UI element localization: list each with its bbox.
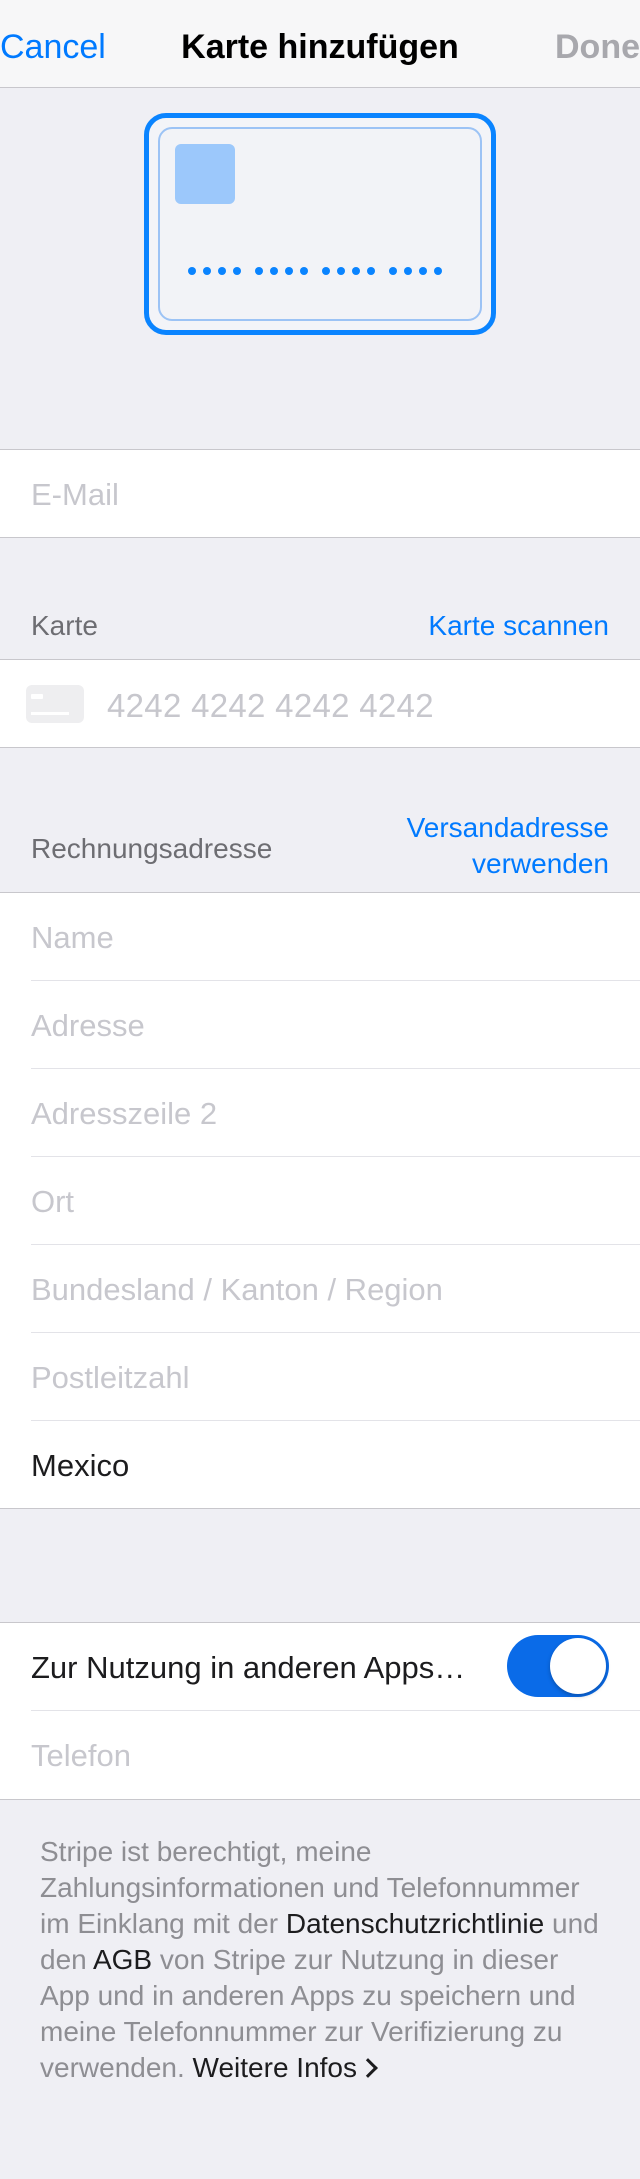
- postal-code-row[interactable]: Postleitzahl: [0, 1333, 640, 1421]
- page-title: Karte hinzufügen: [181, 28, 459, 66]
- address-line-2-row[interactable]: Adresszeile 2: [0, 1069, 640, 1157]
- navigation-bar: Cancel Karte hinzufügen Done: [0, 0, 640, 88]
- card-number-group: 4242 4242 4242 4242: [0, 659, 640, 748]
- done-button[interactable]: Done: [555, 30, 640, 64]
- use-shipping-line-2: verwenden: [472, 847, 609, 879]
- card-section-header: Karte: [31, 610, 98, 641]
- city-row[interactable]: Ort: [0, 1157, 640, 1245]
- address-row[interactable]: Adresse: [0, 981, 640, 1069]
- scan-card-button[interactable]: Karte scannen: [428, 608, 609, 644]
- chevron-right-icon: [358, 2058, 378, 2078]
- phone-field[interactable]: Telefon: [31, 1737, 131, 1774]
- address-line-2-field[interactable]: Adresszeile 2: [31, 1095, 217, 1132]
- use-in-other-apps-label: Zur Nutzung in anderen Apps…: [31, 1650, 466, 1685]
- privacy-policy-link[interactable]: Datenschutzrichtlinie: [286, 1908, 544, 1939]
- use-shipping-line-1: Versandadresse: [406, 812, 609, 843]
- name-field[interactable]: Name: [31, 919, 114, 956]
- toggle-knob: [550, 1638, 606, 1694]
- card-number-row[interactable]: 4242 4242 4242 4242: [0, 660, 640, 748]
- card-number-dots: [188, 267, 442, 275]
- postal-code-field[interactable]: Postleitzahl: [31, 1359, 190, 1396]
- email-row[interactable]: E-Mail: [0, 450, 640, 538]
- state-row[interactable]: Bundesland / Kanton / Region: [0, 1245, 640, 1333]
- email-field[interactable]: E-Mail: [31, 476, 119, 513]
- address-field[interactable]: Adresse: [31, 1007, 145, 1044]
- phone-row[interactable]: Telefon: [0, 1711, 640, 1799]
- state-field[interactable]: Bundesland / Kanton / Region: [31, 1271, 443, 1308]
- use-in-other-apps-row: Zur Nutzung in anderen Apps…: [0, 1623, 640, 1711]
- email-group: E-Mail: [0, 449, 640, 538]
- use-shipping-address-button[interactable]: Versandadresse verwenden: [407, 810, 609, 882]
- billing-address-group: Name Adresse Adresszeile 2 Ort Bundeslan…: [0, 892, 640, 1509]
- country-field[interactable]: Mexico: [31, 1447, 129, 1484]
- country-row[interactable]: Mexico: [0, 1421, 640, 1509]
- legal-footer-text: Stripe ist berechtigt, meine Zahlungsinf…: [40, 1834, 600, 2086]
- card-number-field[interactable]: 4242 4242 4242 4242: [107, 686, 434, 726]
- link-group: Zur Nutzung in anderen Apps… Telefon: [0, 1622, 640, 1800]
- card-inner-outline: [158, 127, 482, 321]
- card-chip-icon: [175, 144, 235, 204]
- terms-link[interactable]: AGB: [93, 1944, 152, 1975]
- billing-section-header: Rechnungsadresse: [31, 833, 273, 864]
- card-illustration: [144, 113, 496, 335]
- use-in-other-apps-toggle[interactable]: [507, 1635, 609, 1697]
- city-field[interactable]: Ort: [31, 1183, 74, 1220]
- credit-card-icon: [26, 685, 84, 723]
- more-info-label: Weitere Infos: [192, 2052, 357, 2083]
- more-info-link[interactable]: Weitere Infos: [192, 2052, 378, 2083]
- name-row[interactable]: Name: [0, 893, 640, 981]
